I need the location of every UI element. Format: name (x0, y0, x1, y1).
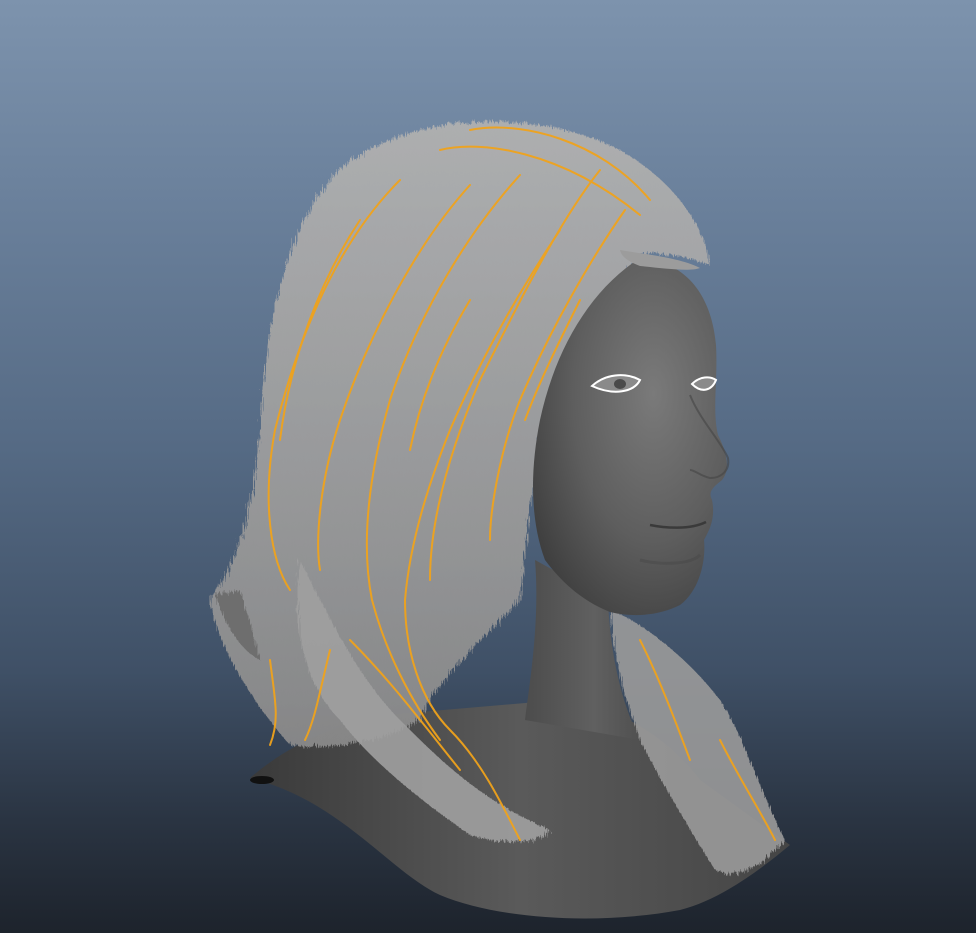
3d-viewport[interactable] (0, 0, 976, 933)
left-eye-iris (614, 379, 626, 389)
viewport-canvas[interactable] (0, 0, 976, 933)
bust-bottom-edge (250, 776, 274, 784)
